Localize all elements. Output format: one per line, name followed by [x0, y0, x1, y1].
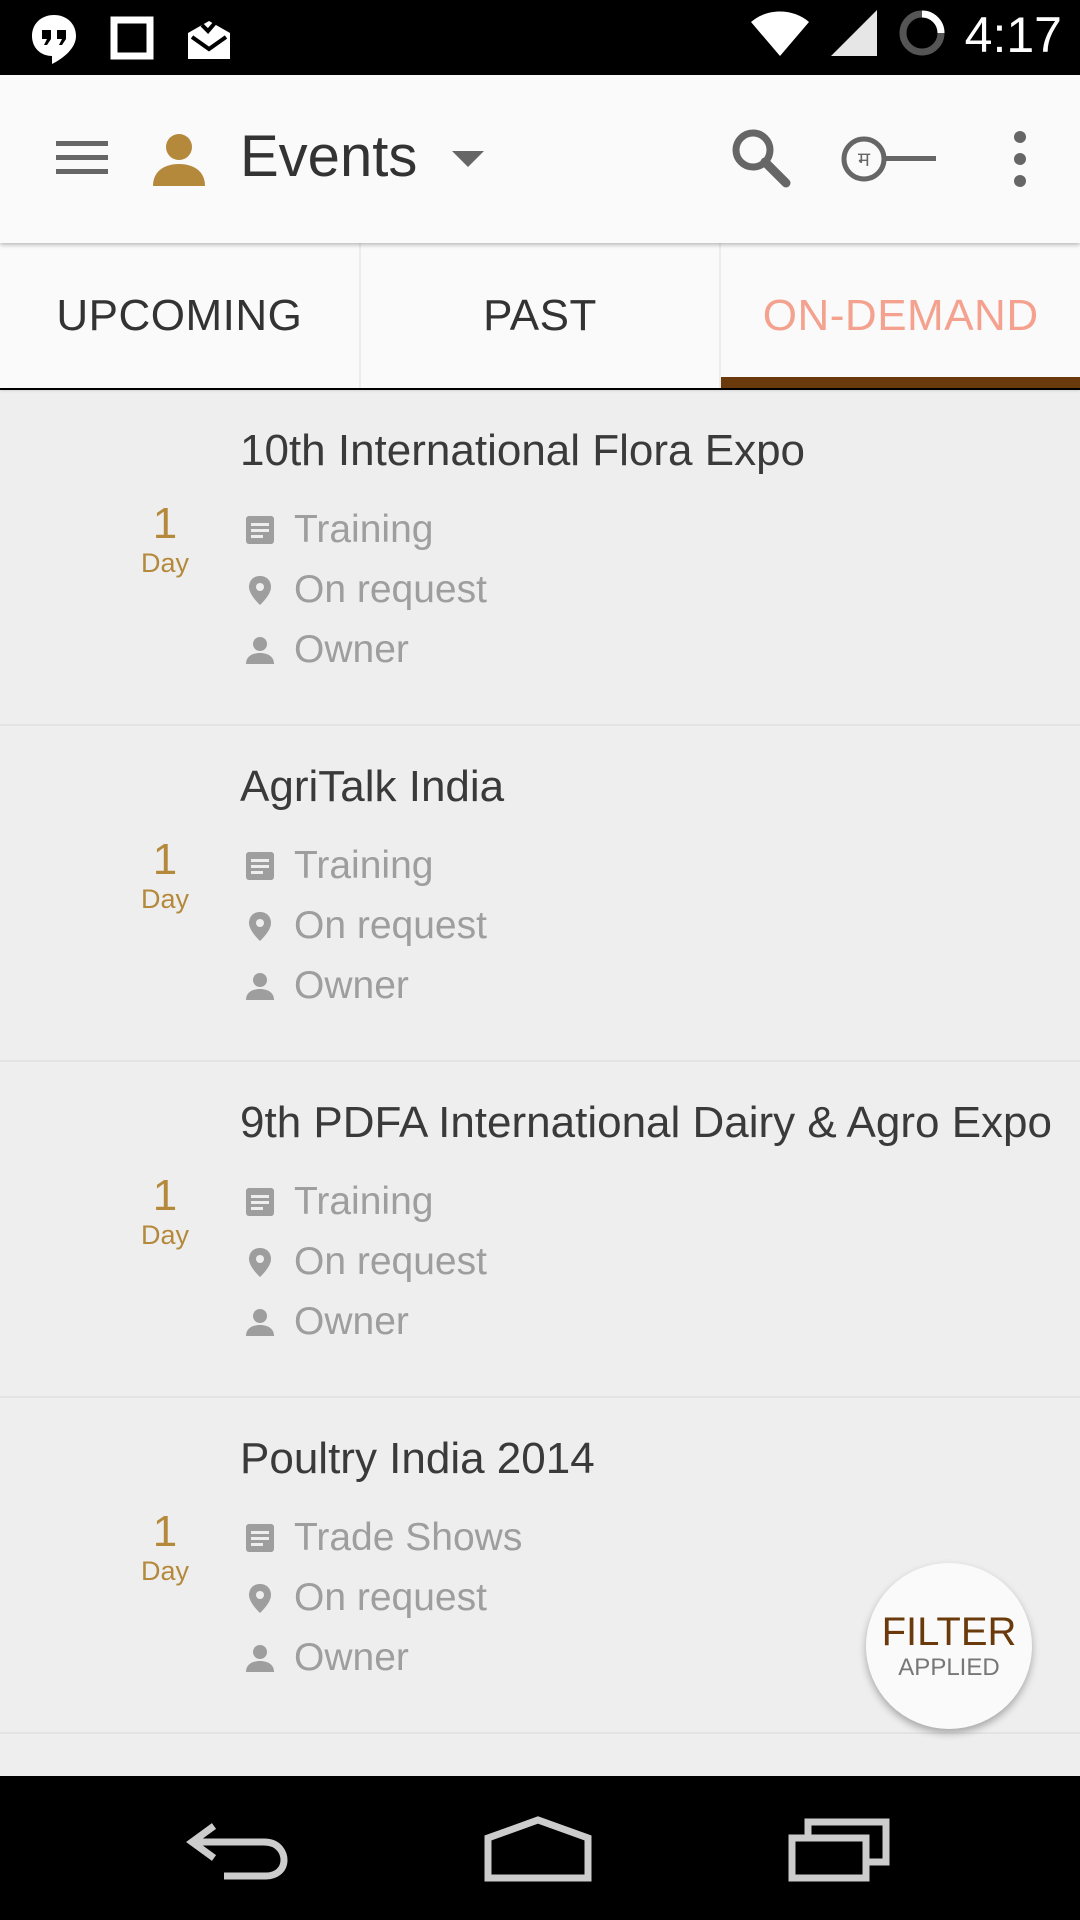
duration-unit: Day	[140, 884, 189, 914]
location-text: On request	[294, 1240, 487, 1283]
location-pin-icon	[249, 1248, 271, 1277]
duration-unit: Day	[140, 548, 189, 578]
app-bar: Events म	[0, 75, 1080, 243]
tab-past[interactable]: PAST	[361, 243, 722, 388]
event-category: Training	[244, 1180, 433, 1224]
event-name: Poultry India 2014	[240, 1434, 595, 1483]
square-notification-icon	[110, 16, 154, 65]
person-small-icon	[246, 973, 274, 1000]
event-category: Training	[244, 844, 433, 888]
location-pin-icon	[249, 912, 271, 941]
language-toggle-icon[interactable]: म	[838, 133, 938, 185]
signal-icon	[829, 8, 879, 63]
duration-value: 1	[152, 1507, 178, 1556]
recent-apps-icon[interactable]	[784, 1812, 894, 1884]
location-text: On request	[294, 568, 487, 611]
owner-text: Owner	[294, 1636, 409, 1679]
svg-text:म: म	[858, 147, 871, 171]
filter-sub-label: APPLIED	[898, 1654, 1000, 1681]
event-location: On request	[244, 1240, 487, 1284]
location-text: On request	[294, 904, 487, 947]
tab-bar: UPCOMING PAST ON-DEMAND	[0, 243, 1080, 388]
loading-icon	[897, 8, 947, 63]
status-bar: 4:17	[0, 0, 1080, 75]
back-icon[interactable]	[184, 1812, 294, 1884]
duration: 1 Day	[110, 835, 220, 915]
event-location: On request	[244, 1576, 487, 1620]
wifi-icon	[749, 8, 811, 63]
duration-value: 1	[152, 835, 178, 884]
duration: 1 Day	[110, 1507, 220, 1587]
event-owner: Owner	[244, 1300, 409, 1344]
hangouts-icon	[28, 12, 80, 69]
duration: 1 Day	[110, 1171, 220, 1251]
event-location: On request	[244, 568, 487, 612]
category-text: Training	[294, 1180, 434, 1223]
event-owner: Owner	[244, 628, 409, 672]
event-name: 9th PDFA International Dairy & Agro Expo	[240, 1098, 1053, 1147]
event-location: On request	[244, 904, 487, 948]
person-small-icon	[246, 1309, 274, 1336]
person-icon[interactable]	[150, 130, 208, 188]
owner-text: Owner	[294, 628, 409, 671]
mail-icon	[184, 15, 234, 66]
location-pin-icon	[249, 576, 271, 605]
search-icon[interactable]	[728, 125, 792, 189]
list-item[interactable]: 1 Day 9th PDFA International Dairy & Agr…	[0, 1062, 1080, 1398]
person-small-icon	[246, 637, 274, 664]
duration-unit: Day	[140, 1220, 189, 1250]
event-name: 10th International Flora Expo	[240, 426, 806, 475]
category-text: Training	[294, 508, 434, 551]
location-pin-icon	[249, 1584, 271, 1613]
home-icon[interactable]	[482, 1812, 594, 1884]
duration-unit: Day	[140, 1556, 189, 1586]
person-small-icon	[246, 1645, 274, 1672]
duration-value: 1	[152, 1171, 178, 1220]
tab-upcoming[interactable]: UPCOMING	[0, 243, 361, 388]
document-icon	[246, 852, 274, 880]
list-item[interactable]: 1 Day 10th International Flora Expo Trai…	[0, 390, 1080, 726]
event-owner: Owner	[244, 1636, 409, 1680]
event-category: Trade Shows	[244, 1516, 522, 1560]
dropdown-icon[interactable]	[448, 143, 488, 173]
location-text: On request	[294, 1576, 487, 1619]
menu-icon[interactable]	[52, 133, 112, 183]
document-icon	[246, 516, 274, 544]
event-owner: Owner	[244, 964, 409, 1008]
more-vert-icon[interactable]	[1000, 127, 1040, 191]
list-item[interactable]: 1 Day AgriTalk India Training On request…	[0, 726, 1080, 1062]
category-text: Training	[294, 844, 434, 887]
owner-text: Owner	[294, 964, 409, 1007]
document-icon	[246, 1524, 274, 1552]
duration: 1 Day	[110, 499, 220, 579]
document-icon	[246, 1188, 274, 1216]
filter-applied-button[interactable]: FILTER APPLIED	[866, 1563, 1032, 1729]
category-text: Trade Shows	[294, 1516, 523, 1559]
event-category: Training	[244, 508, 433, 552]
filter-label: FILTER	[881, 1610, 1017, 1654]
clock-time: 4:17	[964, 7, 1062, 63]
owner-text: Owner	[294, 1300, 409, 1343]
tab-on-demand[interactable]: ON-DEMAND	[721, 243, 1080, 388]
system-nav-bar	[0, 1776, 1080, 1920]
duration-value: 1	[152, 499, 178, 548]
page-title[interactable]: Events	[240, 123, 417, 190]
event-name: AgriTalk India	[240, 762, 505, 811]
